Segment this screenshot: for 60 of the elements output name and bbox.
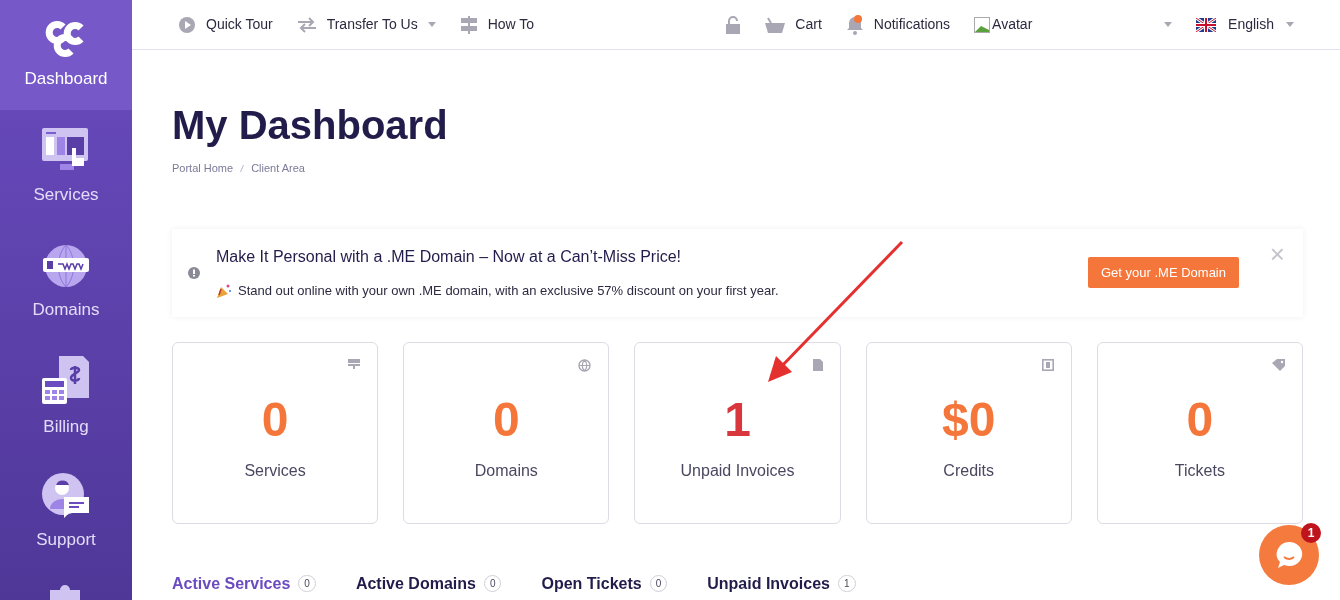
support-agent-icon <box>42 472 90 519</box>
notification-badge: 1 <box>1301 523 1321 543</box>
caret-icon <box>1164 22 1173 27</box>
nav-link[interactable]: How To <box>459 14 535 35</box>
tag-icon <box>1272 358 1285 371</box>
stat-label: Unpaid Invoices <box>680 460 795 481</box>
sidebar-item[interactable]: Billing <box>0 340 132 455</box>
globe-icon <box>578 358 592 372</box>
sidebar-item[interactable]: Dashboard <box>0 0 132 110</box>
sidebar-item[interactable]: Support <box>0 455 132 570</box>
stat-value: 0 <box>492 392 520 447</box>
stat-label: Domains <box>474 460 538 481</box>
stat-value: 0 <box>261 392 289 447</box>
server-icon <box>348 358 361 369</box>
document-icon <box>812 358 823 371</box>
globe-www-icon <box>42 242 90 289</box>
broken-image-icon <box>974 16 991 33</box>
stat-value: $0 <box>942 392 996 447</box>
breadcrumb-link[interactable]: Portal Home <box>172 160 234 177</box>
nav-link[interactable]: Quick Tour <box>178 14 273 35</box>
tab[interactable]: Active Services 0 <box>172 571 316 596</box>
stat-label: Services <box>244 460 306 481</box>
stat-card[interactable]: 0 Services <box>172 341 379 524</box>
chat-button[interactable]: 1 <box>1259 525 1319 585</box>
nav-link[interactable]: Transfer To Us <box>296 14 436 35</box>
caret-icon <box>1286 22 1294 27</box>
stat-value: 0 <box>1186 392 1214 447</box>
stat-value: 1 <box>724 392 751 447</box>
page-title: My Dashboard <box>172 102 448 148</box>
calculator-invoice-icon <box>42 355 90 406</box>
nav-link[interactable]: Cart <box>765 14 822 35</box>
stat-label: Credits <box>943 460 995 481</box>
tab[interactable]: Active Domains 0 <box>355 571 502 596</box>
info-icon <box>188 266 200 279</box>
sidebar-item[interactable]: Domains <box>0 225 132 340</box>
stat-card[interactable]: 0 Domains <box>403 341 610 524</box>
chat-bubble-icon <box>1274 540 1304 570</box>
stat-card[interactable]: 0 Tickets <box>1096 341 1303 524</box>
tab[interactable]: Unpaid Invoices 1 <box>707 571 856 596</box>
breadcrumb-link[interactable]: Client Area <box>251 160 305 177</box>
uk-flag-icon <box>1196 17 1217 32</box>
nav-link[interactable]: Notifications <box>845 14 951 35</box>
bell-icon <box>845 14 864 35</box>
stat-card[interactable]: $0 Credits <box>865 341 1072 524</box>
tab[interactable]: Open Tickets 0 <box>541 571 668 596</box>
basket-icon <box>765 16 786 33</box>
sidebar-item[interactable]: Services <box>0 110 132 225</box>
avatar-menu[interactable]: Avatar <box>974 14 1173 35</box>
play-icon <box>178 15 196 34</box>
unlocked-padlock-icon[interactable] <box>725 15 742 34</box>
signpost-icon <box>459 15 478 34</box>
transfer-arrows-icon <box>296 16 317 33</box>
language-selector[interactable]: English <box>1196 14 1294 35</box>
breadcrumb-separator-icon <box>240 164 245 172</box>
party-popper-icon <box>216 282 232 299</box>
banner-title: Make It Personal with a .ME Domain – Now at a Can’t-Miss Price! <box>216 246 682 267</box>
stat-label: Tickets <box>1174 460 1225 481</box>
stat-card[interactable]: 1 Unpaid Invoices <box>634 341 841 524</box>
banner-text: Stand out online with your own .ME domain, with an exclusive 57% discount on your first year. <box>238 281 779 300</box>
bracket-square-icon <box>1041 358 1054 371</box>
